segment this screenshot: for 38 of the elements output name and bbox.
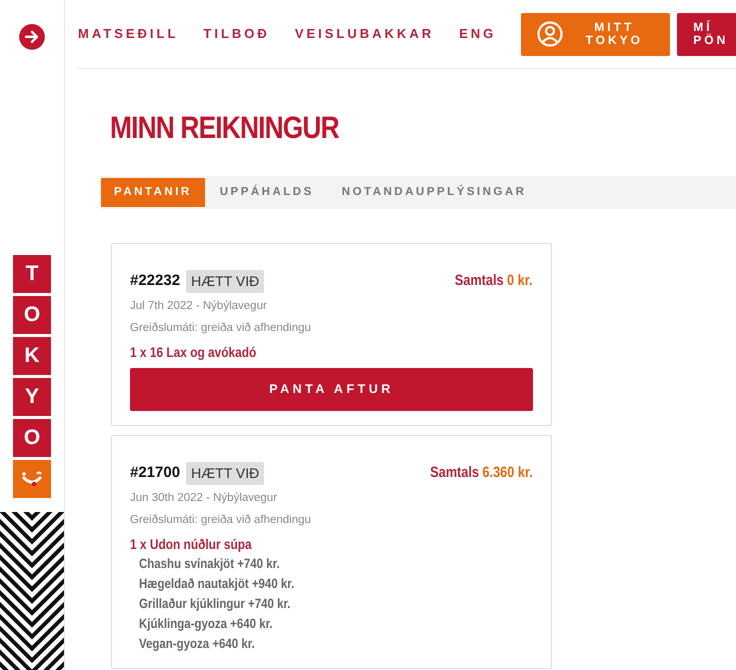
order-item: 1 x Udon núðlur súpa (130, 535, 253, 554)
payment-method: Greiðslumáti: greiða við afhendingu (130, 513, 312, 528)
nav-link[interactable]: ENG (459, 24, 496, 44)
logo-letter: K (13, 336, 51, 375)
logo-letter: Y (13, 378, 51, 416)
status-tag: HÆTT VIÐ (186, 270, 264, 294)
total-amount: 0 kr. (507, 272, 533, 290)
total-label: Samtals (455, 272, 504, 290)
item-option: Hægeldað nautakjöt +940 kr. (139, 574, 474, 594)
order-date: Jun 30th 2022 - Nýbýlavegur (130, 491, 278, 506)
logo-letter: O (13, 418, 51, 457)
tab[interactable]: PANTANIR (101, 178, 205, 208)
item-option: Chashu svínakjöt +740 kr. (139, 554, 474, 574)
order-number: #21700 (130, 463, 180, 484)
item-option: Vegan-gyoza +640 kr. (139, 634, 474, 654)
logo-letter: T (13, 254, 51, 293)
order-date: Jul 7th 2022 - Nýbýlavegur (130, 299, 268, 314)
nav-link[interactable]: TILBOÐ (203, 24, 270, 44)
tab[interactable]: NOTANDAUPPLÝSINGAR (328, 178, 540, 208)
reorder-button[interactable]: PANTA AFTUR (130, 368, 533, 412)
status-tag: HÆTT VIÐ (186, 462, 264, 486)
total-amount: 6.360 kr. (482, 464, 533, 482)
nav-link[interactable]: MATSEÐILL (78, 24, 178, 44)
item-option: Grillaður kjúklingur +740 kr. (139, 594, 474, 614)
tab[interactable]: UPPÁHALDS (206, 178, 327, 208)
arrow-right-icon[interactable] (19, 24, 45, 50)
nav-button[interactable]: MÍ PÖN (677, 12, 736, 56)
user-icon (537, 21, 564, 47)
order-number: #22232 (130, 271, 180, 292)
page-title: MINN REIKNINGUR (110, 109, 340, 146)
nav-button[interactable]: MITT TOKYO (521, 12, 670, 56)
total-label: Samtals (430, 464, 480, 482)
smile-icon (13, 460, 51, 498)
logo-letter: O (13, 296, 51, 334)
nav-link[interactable]: VEISLUBAKKAR (294, 24, 434, 44)
payment-method: Greiðslumáti: greiða við afhendingu (130, 321, 312, 336)
item-option: Kjúklinga-gyoza +640 kr. (139, 614, 474, 634)
order-item: 1 x 16 Lax og avókadó (130, 343, 258, 362)
